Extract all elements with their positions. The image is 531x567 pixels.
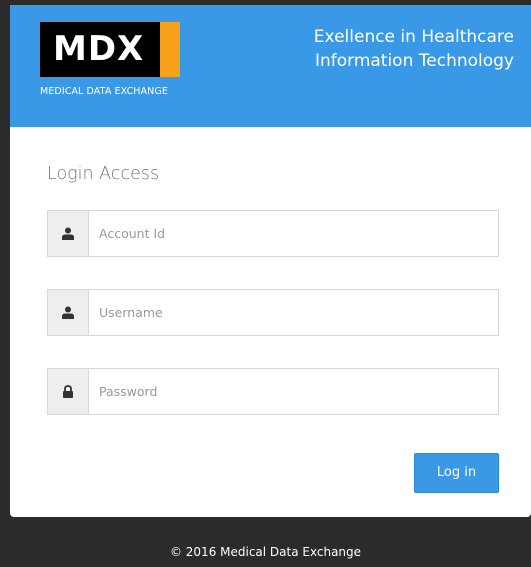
- header-banner: MDX MEDICAL DATA EXCHANGE Exellence in H…: [10, 5, 531, 127]
- logo-text: MDX: [53, 29, 145, 69]
- copyright-text: © 2016 Medical Data Exchange: [169, 545, 362, 559]
- tagline-line-1: Exellence in Healthcare: [313, 27, 514, 47]
- mdx-logo: MDX: [40, 22, 180, 77]
- tagline: Exellence in Healthcare Information Tech…: [264, 25, 514, 73]
- login-page: MDX MEDICAL DATA EXCHANGE Exellence in H…: [0, 0, 531, 567]
- logo-subtitle: MEDICAL DATA EXCHANGE: [40, 86, 168, 97]
- footer: © 2016 Medical Data Exchange: [0, 517, 531, 567]
- password-input[interactable]: [89, 369, 498, 414]
- user-icon: [62, 306, 74, 319]
- login-button[interactable]: Log in: [414, 453, 499, 493]
- user-icon: [62, 227, 74, 240]
- form-title: Login Access: [47, 164, 160, 184]
- tagline-line-2: Information Technology: [314, 51, 514, 71]
- account-id-addon: [48, 211, 89, 256]
- logo-orange-bar: [160, 22, 180, 77]
- lock-icon: [63, 385, 73, 398]
- username-group: [47, 289, 499, 336]
- username-addon: [48, 290, 89, 335]
- login-card: MDX MEDICAL DATA EXCHANGE Exellence in H…: [10, 5, 531, 517]
- account-id-group: [47, 210, 499, 257]
- password-group: [47, 368, 499, 415]
- account-id-input[interactable]: [89, 211, 498, 256]
- password-addon: [48, 369, 89, 414]
- username-input[interactable]: [89, 290, 498, 335]
